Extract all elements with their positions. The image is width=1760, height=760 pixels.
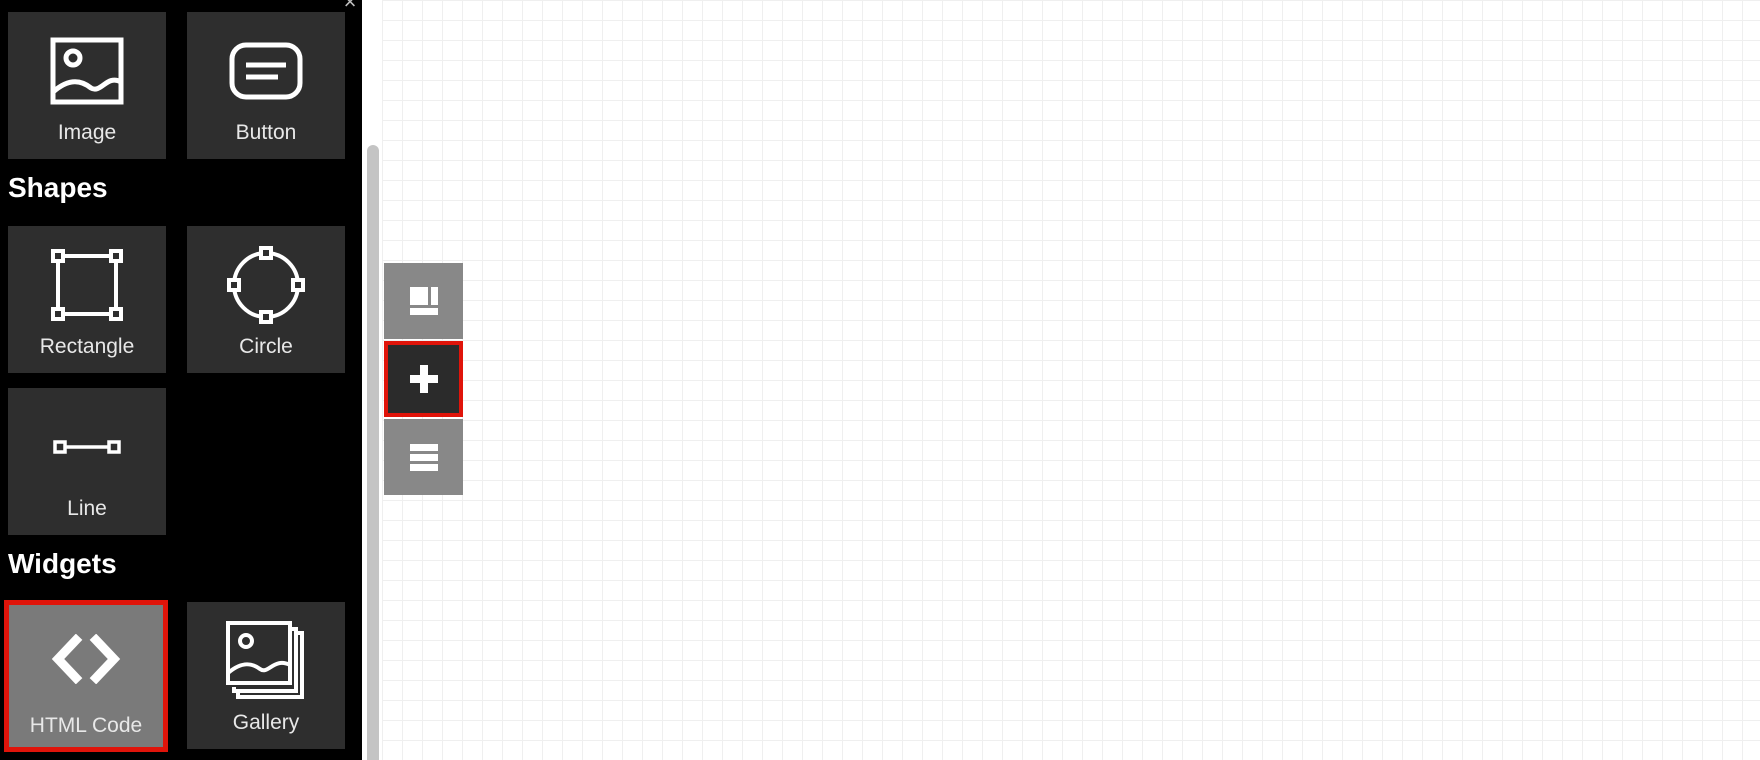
circle-tile-label: Circle — [239, 335, 293, 358]
html-code-tile-label: HTML Code — [29, 714, 143, 737]
rectangle-tile[interactable]: Rectangle — [8, 226, 166, 373]
layout-button[interactable] — [384, 263, 463, 339]
rectangle-tile-label: Rectangle — [39, 335, 135, 358]
button-tile-label: Button — [235, 121, 297, 144]
layers-button[interactable] — [384, 419, 463, 495]
gallery-tile-label: Gallery — [232, 711, 300, 734]
button-icon — [187, 26, 345, 116]
image-tile[interactable]: Image — [8, 12, 166, 159]
design-canvas[interactable] — [382, 0, 1760, 760]
layers-icon — [409, 444, 438, 471]
section-title-shapes: Shapes — [8, 172, 108, 203]
gallery-tile[interactable]: Gallery — [187, 602, 345, 749]
image-tile-label: Image — [57, 121, 117, 144]
image-icon — [8, 26, 166, 116]
section-title-widgets: Widgets — [8, 548, 117, 579]
rectangle-icon — [8, 240, 166, 330]
line-icon — [8, 402, 166, 492]
circle-icon — [187, 240, 345, 330]
code-icon — [9, 614, 163, 704]
close-icon[interactable]: × — [340, 0, 360, 13]
line-tile-label: Line — [67, 497, 107, 520]
circle-tile[interactable]: Circle — [187, 226, 345, 373]
add-element-button[interactable] — [384, 341, 463, 417]
line-tile[interactable]: Line — [8, 388, 166, 535]
gallery-icon — [187, 616, 345, 706]
plus-icon — [409, 365, 438, 393]
layout-icon — [409, 287, 438, 315]
button-tile[interactable]: Button — [187, 12, 345, 159]
add-elements-panel: × Image Button Shapes Rectangle Circle L… — [0, 0, 362, 760]
html-code-tile[interactable]: HTML Code — [4, 600, 168, 752]
panel-scrollbar-thumb[interactable] — [367, 145, 379, 760]
